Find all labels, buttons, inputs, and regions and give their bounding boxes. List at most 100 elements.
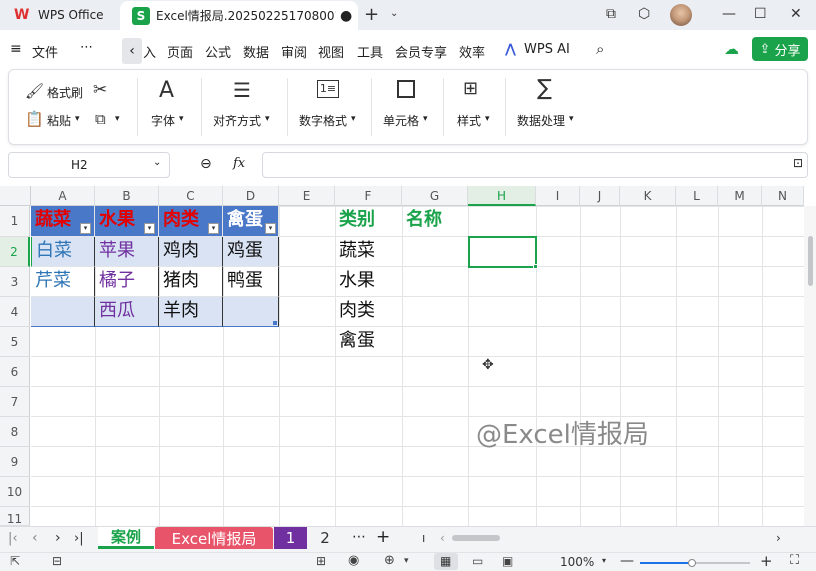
hamburger-icon[interactable]: ≡ (10, 41, 22, 57)
zoom-in-icon[interactable]: + (760, 552, 773, 570)
page-break-icon[interactable]: ▣ (502, 554, 513, 568)
menu-page[interactable]: 页面 (167, 42, 193, 61)
cell-b4[interactable]: 西瓜 (95, 297, 159, 327)
share-button[interactable]: ⇪ 分享 (752, 37, 808, 61)
page-icon[interactable]: ⊟ (52, 554, 62, 568)
number-format-dropdown-icon[interactable]: ▾ (351, 114, 356, 124)
row-header-6[interactable]: 6 (0, 357, 30, 387)
data-process-label[interactable]: 数据处理 (517, 112, 565, 129)
col-header-k[interactable]: K (620, 186, 676, 206)
table-resize-handle[interactable] (273, 321, 277, 325)
col-header-n[interactable]: N (762, 186, 804, 206)
cell-a3[interactable]: 芹菜 (31, 267, 95, 297)
zoom-formula-icon[interactable]: ⊖ (200, 156, 212, 172)
eye-protection-icon[interactable]: ◉ (348, 553, 359, 568)
last-sheet-icon[interactable]: ›| (74, 531, 84, 546)
filter-dropdown-icon[interactable]: ▾ (265, 223, 276, 234)
paste-label[interactable]: 粘贴 (47, 112, 71, 129)
prev-sheet-icon[interactable]: ‹ (32, 530, 38, 546)
expand-formula-icon[interactable]: ⊡ (793, 156, 803, 170)
fx-icon[interactable]: fx (233, 156, 245, 171)
cell-g1[interactable]: 名称 (402, 206, 468, 237)
unsaved-dot-icon[interactable]: ● (340, 8, 352, 24)
data-process-dropdown-icon[interactable]: ▾ (569, 114, 574, 124)
fullscreen-icon[interactable]: ⛶ (790, 553, 799, 568)
cell-b2[interactable]: 苹果 (95, 237, 159, 267)
macro-icon[interactable]: ⇱ (10, 554, 20, 568)
next-sheet-icon[interactable]: › (55, 530, 61, 546)
cloud-sync-icon[interactable]: ☁ (724, 40, 739, 58)
filter-dropdown-icon[interactable]: ▾ (80, 223, 91, 234)
formula-input[interactable]: ⊡ (262, 152, 808, 178)
menu-file[interactable]: 文件 (32, 42, 58, 61)
copy-dropdown-icon[interactable]: ▾ (115, 114, 120, 124)
copy-icon[interactable]: ⧉ (95, 110, 106, 128)
row-header-1[interactable]: 1 (0, 206, 30, 237)
focus-mode-dropdown-icon[interactable]: ▾ (404, 556, 409, 566)
row-header-7[interactable]: 7 (0, 387, 30, 417)
tab-wps-office[interactable]: W WPS Office (4, 2, 114, 28)
more-sheets-button[interactable]: ⋯ (352, 529, 366, 545)
cell-d3[interactable]: 鸭蛋 (223, 267, 279, 297)
zoom-level[interactable]: 100% (560, 555, 594, 569)
vertical-scrollbar[interactable] (804, 206, 816, 526)
cell-a4[interactable] (31, 297, 95, 327)
style-label[interactable]: 样式 (457, 112, 481, 129)
sheet-tab-2[interactable]: 2 (309, 527, 341, 549)
col-header-h[interactable]: H (468, 186, 536, 206)
format-painter-icon[interactable]: 🖌 (25, 82, 44, 100)
fill-handle[interactable] (533, 264, 538, 269)
row-header-11[interactable]: 11 (0, 507, 30, 526)
active-cell-h2[interactable] (468, 236, 537, 268)
first-sheet-icon[interactable]: |‹ (8, 531, 18, 546)
h-scroll-prev-icon[interactable]: ‹ (440, 531, 445, 545)
font-icon[interactable]: A (159, 78, 174, 103)
sum-icon[interactable]: ∑ (537, 76, 552, 101)
cell-f1[interactable]: 类别 (335, 206, 402, 237)
tab-document[interactable]: S Excel情报局.20250225170800135 ● (120, 1, 358, 30)
col-header-b[interactable]: B (95, 186, 159, 206)
filter-dropdown-icon[interactable]: ▾ (144, 223, 155, 234)
row-header-2[interactable]: 2 (0, 237, 30, 267)
maximize-icon[interactable]: ☐ (754, 6, 767, 22)
format-painter-label[interactable]: 格式刷 (47, 84, 83, 101)
paste-icon[interactable]: 📋 (25, 110, 44, 128)
cell-label[interactable]: 单元格 (383, 112, 419, 129)
menu-tools[interactable]: 工具 (357, 42, 383, 61)
menu-efficiency[interactable]: 效率 (459, 42, 485, 61)
row-header-4[interactable]: 4 (0, 297, 30, 327)
align-dropdown-icon[interactable]: ▾ (265, 114, 270, 124)
menu-review[interactable]: 审阅 (281, 42, 307, 61)
cell-f3[interactable]: 水果 (335, 267, 402, 297)
col-header-g[interactable]: G (402, 186, 468, 206)
font-dropdown-icon[interactable]: ▾ (179, 114, 184, 124)
zoom-out-icon[interactable]: — (620, 553, 634, 569)
cell-icon[interactable] (397, 80, 415, 98)
cell-c3[interactable]: 猪肉 (159, 267, 223, 297)
name-box-chevron-icon[interactable]: ⌄ (153, 157, 161, 168)
zoom-slider-track[interactable] (640, 559, 750, 567)
row-header-3[interactable]: 3 (0, 267, 30, 297)
select-all-corner[interactable] (0, 186, 31, 206)
cube-icon[interactable]: ⬡ (638, 6, 650, 22)
horizontal-scroll-thumb[interactable] (452, 535, 500, 541)
col-header-l[interactable]: L (676, 186, 718, 206)
cell-b3[interactable]: 橘子 (95, 267, 159, 297)
cell-f2[interactable]: 蔬菜 (335, 237, 402, 267)
paste-dropdown-icon[interactable]: ▾ (75, 114, 80, 124)
align-icon[interactable]: ☰ (233, 78, 251, 102)
new-tab-icon[interactable]: + (364, 4, 379, 25)
number-format-icon[interactable]: 1≡ (317, 80, 339, 98)
col-header-a[interactable]: A (31, 186, 95, 206)
col-header-j[interactable]: J (580, 186, 620, 206)
menu-data[interactable]: 数据 (243, 42, 269, 61)
menu-more[interactable]: ⋯ (80, 40, 93, 55)
menu-scroll-left-icon[interactable]: ‹ (122, 38, 142, 64)
col-header-e[interactable]: E (279, 186, 335, 206)
search-icon[interactable]: ⌕ (596, 40, 604, 58)
col-header-i[interactable]: I (536, 186, 580, 206)
cell-a2[interactable]: 白菜 (31, 237, 95, 267)
focus-mode-icon[interactable]: ⊕ (384, 553, 395, 568)
cell-f4[interactable]: 肉类 (335, 297, 402, 327)
menu-wps-ai[interactable]: WPS AI (524, 42, 570, 57)
